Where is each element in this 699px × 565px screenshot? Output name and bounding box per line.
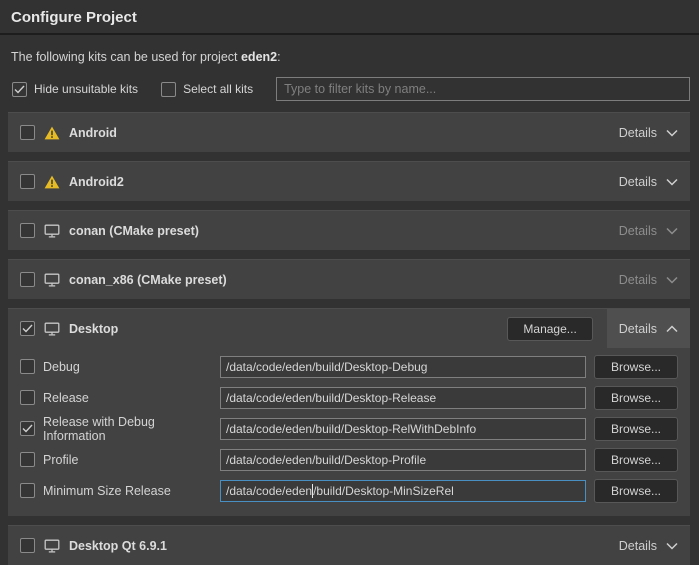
kit-row-conan-x86: conan_x86 (CMake preset) Details (8, 259, 690, 299)
chevron-down-icon (666, 542, 678, 550)
checkbox-unchecked-icon (20, 359, 35, 374)
config-label-text: Profile (43, 453, 78, 467)
kit-row-desktop: Desktop Manage... Details Debug Browse..… (8, 308, 690, 516)
config-checkbox-relwithdebinfo[interactable]: Release with Debug Information (20, 415, 220, 443)
warning-icon (44, 126, 60, 140)
desktop-icon (44, 224, 60, 238)
build-dir-input-release[interactable] (220, 387, 586, 409)
kit-name: conan_x86 (CMake preset) (69, 273, 227, 287)
config-row-relwithdebinfo: Release with Debug Information Browse... (20, 413, 678, 444)
kit-filter-input[interactable] (276, 77, 690, 101)
warning-icon (44, 175, 60, 189)
kit-checkbox-android[interactable] (20, 125, 35, 140)
config-checkbox-profile[interactable]: Profile (20, 452, 220, 467)
build-dir-input-profile[interactable] (220, 449, 586, 471)
config-row-profile: Profile Browse... (20, 444, 678, 475)
kit-header-desktop-qt: Desktop Qt 6.9.1 Details (8, 526, 690, 565)
hide-unsuitable-kits-label: Hide unsuitable kits (34, 82, 138, 96)
kit-header-conan: conan (CMake preset) Details (8, 211, 690, 250)
config-row-minsizerel: Minimum Size Release /data/code/eden/bui… (20, 475, 678, 506)
build-dir-input-debug[interactable] (220, 356, 586, 378)
config-checkbox-minsizerel[interactable]: Minimum Size Release (20, 483, 220, 498)
details-label: Details (619, 224, 657, 238)
kit-row-conan: conan (CMake preset) Details (8, 210, 690, 250)
path-text-before-caret: /data/code/eden (226, 484, 312, 498)
config-label-text: Debug (43, 360, 80, 374)
config-label-text: Release (43, 391, 89, 405)
details-button-android[interactable]: Details (619, 113, 678, 152)
checkbox-checked-icon (20, 421, 35, 436)
kit-header-android2: Android2 Details (8, 162, 690, 201)
build-dir-input-relwithdebinfo[interactable] (220, 418, 586, 440)
checkbox-unchecked-icon (20, 483, 35, 498)
path-text-after-caret: /build/Desktop-MinSizeRel (313, 484, 454, 498)
kit-name: Android2 (69, 175, 124, 189)
page-title: Configure Project (0, 0, 699, 33)
select-all-kits-checkbox[interactable]: Select all kits (161, 82, 253, 97)
chevron-down-icon (666, 178, 678, 186)
browse-button-profile[interactable]: Browse... (594, 448, 678, 472)
browse-button-release[interactable]: Browse... (594, 386, 678, 410)
kit-row-android: Android Details (8, 112, 690, 152)
chevron-down-icon (666, 129, 678, 137)
kit-header-desktop: Desktop Manage... Details (8, 309, 690, 348)
details-label: Details (619, 273, 657, 287)
kit-checkbox-android2[interactable] (20, 174, 35, 189)
config-checkbox-release[interactable]: Release (20, 390, 220, 405)
kit-name: Desktop Qt 6.9.1 (69, 539, 167, 553)
chevron-down-icon (666, 227, 678, 235)
details-button-conan-x86: Details (619, 260, 678, 299)
kit-row-android2: Android2 Details (8, 161, 690, 201)
kit-checkbox-desktop[interactable] (20, 321, 35, 336)
details-label: Details (619, 322, 657, 336)
checkbox-unchecked-icon (161, 82, 176, 97)
intro-text: The following kits can be used for proje… (11, 50, 688, 64)
desktop-icon (44, 539, 60, 553)
config-row-release: Release Browse... (20, 382, 678, 413)
browse-button-minsizerel[interactable]: Browse... (594, 479, 678, 503)
checkbox-unchecked-icon (20, 452, 35, 467)
details-button-android2[interactable]: Details (619, 162, 678, 201)
intro-text-before: The following kits can be used for proje… (11, 50, 241, 64)
details-label: Details (619, 539, 657, 553)
browse-button-debug[interactable]: Browse... (594, 355, 678, 379)
manage-kits-button[interactable]: Manage... (507, 317, 592, 341)
kit-name: conan (CMake preset) (69, 224, 199, 238)
config-label-text: Release with Debug Information (43, 415, 220, 443)
kit-header-conan-x86: conan_x86 (CMake preset) Details (8, 260, 690, 299)
details-button-desktop[interactable]: Details (607, 309, 690, 348)
kit-checkbox-conan[interactable] (20, 223, 35, 238)
kit-list: Android Details Android2 Details (8, 112, 690, 565)
browse-button-relwithdebinfo[interactable]: Browse... (594, 417, 678, 441)
details-label: Details (619, 175, 657, 189)
intro-text-after: : (277, 50, 280, 64)
kit-row-desktop-qt: Desktop Qt 6.9.1 Details (8, 525, 690, 565)
chevron-up-icon (666, 325, 678, 333)
config-row-debug: Debug Browse... (20, 351, 678, 382)
kit-name: Desktop (69, 322, 118, 336)
config-checkbox-debug[interactable]: Debug (20, 359, 220, 374)
title-separator (0, 33, 699, 35)
kit-filter-controls: Hide unsuitable kits Select all kits (12, 77, 690, 101)
select-all-kits-label: Select all kits (183, 82, 253, 96)
build-dir-input-minsizerel-focused[interactable]: /data/code/eden/build/Desktop-MinSizeRel (220, 480, 586, 502)
desktop-build-configs: Debug Browse... Release Browse... Releas… (8, 348, 690, 516)
desktop-icon (44, 322, 60, 336)
kit-checkbox-conan-x86[interactable] (20, 272, 35, 287)
chevron-down-icon (666, 276, 678, 284)
hide-unsuitable-kits-checkbox[interactable]: Hide unsuitable kits (12, 82, 138, 97)
details-label: Details (619, 126, 657, 140)
details-button-conan: Details (619, 211, 678, 250)
checkbox-checked-icon (12, 82, 27, 97)
checkbox-unchecked-icon (20, 390, 35, 405)
kit-checkbox-desktop-qt[interactable] (20, 538, 35, 553)
config-label-text: Minimum Size Release (43, 484, 171, 498)
details-button-desktop-qt[interactable]: Details (619, 526, 678, 565)
desktop-icon (44, 273, 60, 287)
kit-name: Android (69, 126, 117, 140)
project-name: eden2 (241, 50, 277, 64)
kit-header-android: Android Details (8, 113, 690, 152)
